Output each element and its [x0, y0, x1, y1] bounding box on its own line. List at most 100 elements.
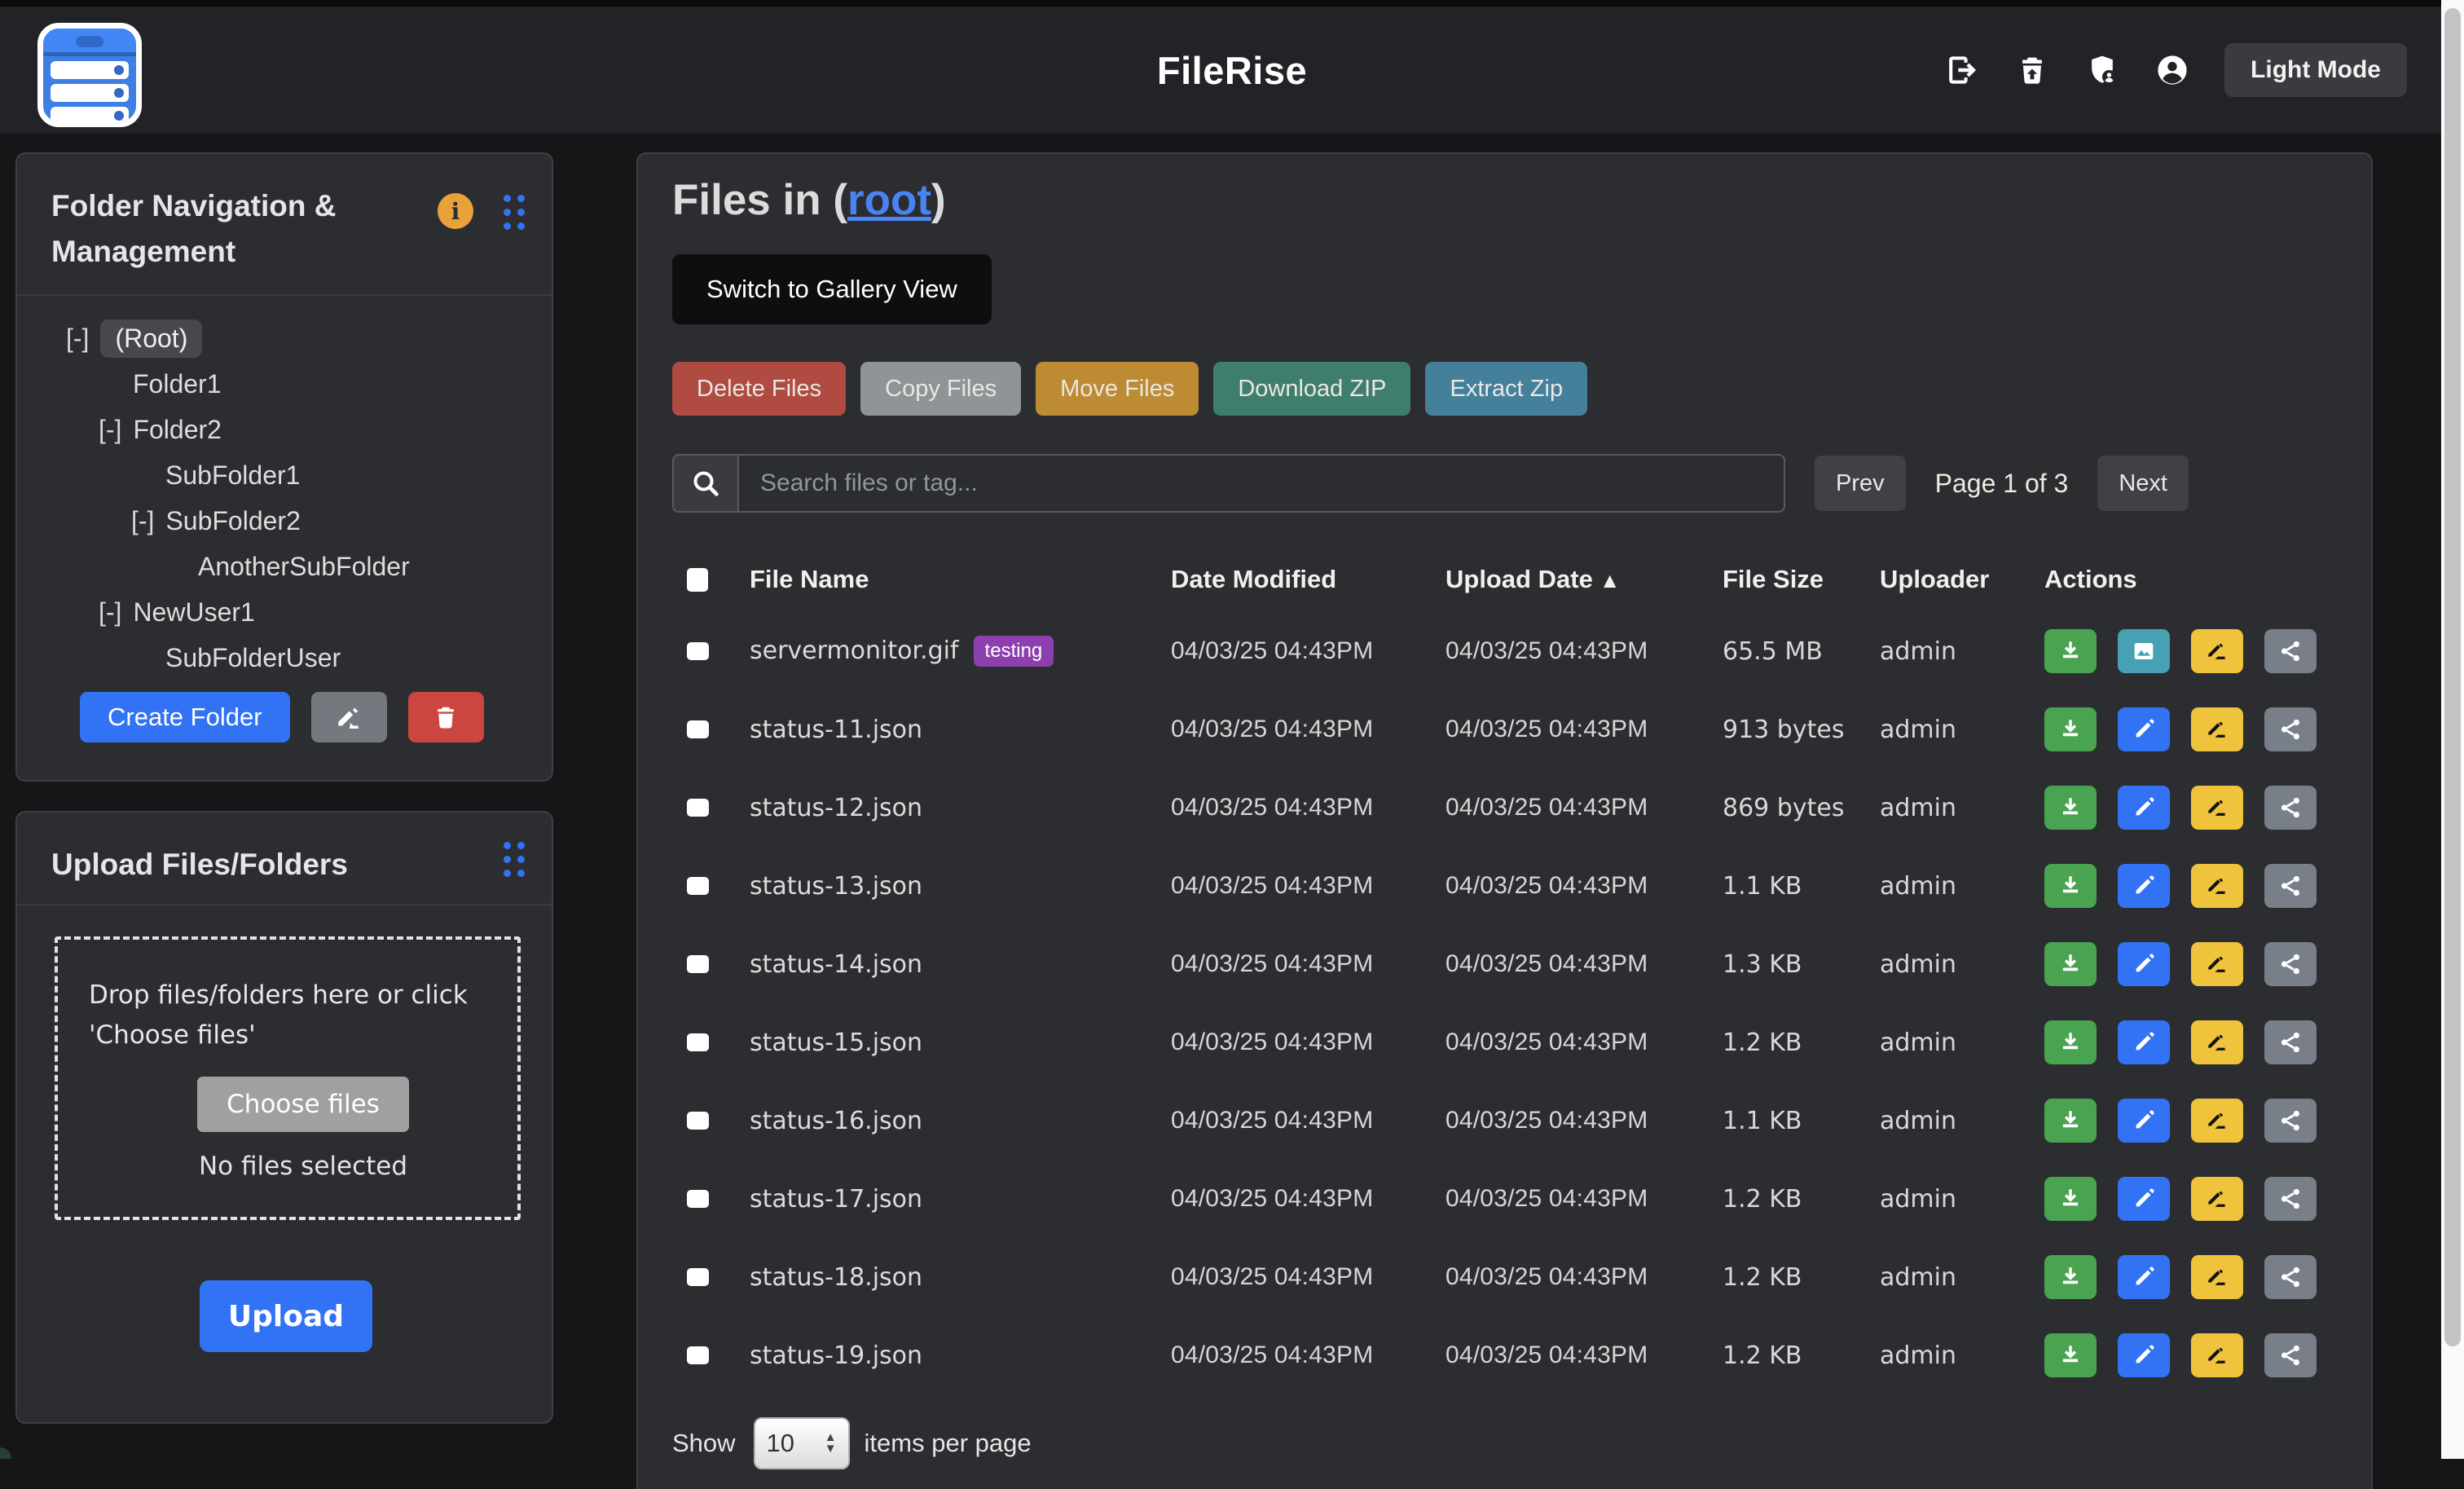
share-file-button[interactable]: [2264, 707, 2317, 751]
edit-file-button[interactable]: [2118, 942, 2170, 986]
row-checkbox[interactable]: [687, 1033, 709, 1051]
row-checkbox[interactable]: [687, 1190, 709, 1208]
drag-handle-icon[interactable]: [504, 195, 526, 231]
rename-file-button[interactable]: [2191, 1255, 2243, 1299]
date-modified: 04/03/25 04:43PM: [1171, 950, 1445, 978]
rename-file-button[interactable]: [2191, 1333, 2243, 1377]
rename-file-button[interactable]: [2191, 786, 2243, 830]
download-file-button[interactable]: [2044, 1177, 2097, 1221]
share-file-button[interactable]: [2264, 786, 2317, 830]
download-file-button[interactable]: [2044, 1255, 2097, 1299]
preview-image-button[interactable]: [2118, 629, 2170, 673]
prev-page-button[interactable]: Prev: [1815, 456, 1906, 511]
drag-handle-icon[interactable]: [504, 842, 526, 878]
download-zip-button[interactable]: Download ZIP: [1213, 362, 1410, 416]
rename-folder-button[interactable]: [311, 692, 387, 742]
folder-tree-item-anothersubfolder[interactable]: AnotherSubFolder: [17, 544, 552, 589]
edit-file-button[interactable]: [2118, 707, 2170, 751]
rename-file-button[interactable]: [2191, 864, 2243, 908]
uploader: admin: [1880, 872, 2044, 901]
share-file-button[interactable]: [2264, 1020, 2317, 1064]
rename-file-button[interactable]: [2191, 1020, 2243, 1064]
row-checkbox[interactable]: [687, 642, 709, 660]
light-mode-button[interactable]: Light Mode: [2224, 43, 2407, 97]
download-file-button[interactable]: [2044, 1333, 2097, 1377]
folder-tree-item-folder1[interactable]: Folder1: [17, 361, 552, 407]
column-header-uploader[interactable]: Uploader: [1880, 565, 2044, 594]
edit-file-button[interactable]: [2118, 1099, 2170, 1143]
folder-navigation-panel: Folder Navigation & Management i [-](Roo…: [15, 152, 553, 782]
column-header-file-size[interactable]: File Size: [1723, 565, 1880, 594]
download-file-button[interactable]: [2044, 1020, 2097, 1064]
choose-files-button[interactable]: Choose files: [197, 1077, 409, 1132]
download-file-button[interactable]: [2044, 1099, 2097, 1143]
row-checkbox[interactable]: [687, 1346, 709, 1364]
folder-tree-item-subfolderuser[interactable]: SubFolderUser: [17, 635, 552, 681]
edit-file-button[interactable]: [2118, 786, 2170, 830]
upload-date: 04/03/25 04:43PM: [1445, 1263, 1723, 1291]
next-page-button[interactable]: Next: [2097, 456, 2189, 511]
collapse-toggle[interactable]: [-]: [131, 506, 154, 536]
info-icon[interactable]: i: [438, 193, 473, 229]
rename-file-button[interactable]: [2191, 707, 2243, 751]
move-files-button[interactable]: Move Files: [1036, 362, 1199, 416]
column-header-date-modified[interactable]: Date Modified: [1171, 565, 1445, 594]
account-icon[interactable]: [2154, 52, 2190, 88]
folder-tree-item-folder2[interactable]: [-]Folder2: [17, 407, 552, 452]
share-file-button[interactable]: [2264, 1333, 2317, 1377]
edit-file-button[interactable]: [2118, 1020, 2170, 1064]
create-folder-button[interactable]: Create Folder: [80, 692, 290, 742]
row-checkbox[interactable]: [687, 1112, 709, 1130]
download-file-button[interactable]: [2044, 942, 2097, 986]
rename-file-button[interactable]: [2191, 629, 2243, 673]
edit-file-button[interactable]: [2118, 1333, 2170, 1377]
download-file-button[interactable]: [2044, 707, 2097, 751]
collapse-toggle[interactable]: [-]: [99, 415, 121, 445]
row-checkbox[interactable]: [687, 720, 709, 738]
rename-file-button[interactable]: [2191, 942, 2243, 986]
select-all-checkbox[interactable]: [687, 568, 708, 592]
share-file-button[interactable]: [2264, 942, 2317, 986]
file-name: status-12.json: [750, 794, 922, 822]
folder-tree-item-subfolder2[interactable]: [-]SubFolder2: [17, 498, 552, 544]
download-file-button[interactable]: [2044, 864, 2097, 908]
folder-tree-item-newuser1[interactable]: [-]NewUser1: [17, 589, 552, 635]
column-header-upload-date[interactable]: Upload Date▲: [1445, 565, 1723, 594]
share-file-button[interactable]: [2264, 1099, 2317, 1143]
download-file-button[interactable]: [2044, 629, 2097, 673]
folder-tree-item-subfolder1[interactable]: SubFolder1: [17, 452, 552, 498]
share-file-button[interactable]: [2264, 864, 2317, 908]
logout-icon[interactable]: [1944, 52, 1980, 88]
copy-files-button[interactable]: Copy Files: [860, 362, 1021, 416]
delete-files-button[interactable]: Delete Files: [672, 362, 846, 416]
switch-gallery-view-button[interactable]: Switch to Gallery View: [672, 254, 992, 324]
row-checkbox[interactable]: [687, 955, 709, 973]
rename-file-button[interactable]: [2191, 1177, 2243, 1221]
row-checkbox[interactable]: [687, 877, 709, 895]
collapse-toggle[interactable]: [-]: [66, 324, 89, 354]
edit-file-button[interactable]: [2118, 864, 2170, 908]
share-file-button[interactable]: [2264, 1255, 2317, 1299]
edit-file-button[interactable]: [2118, 1255, 2170, 1299]
upload-dropzone[interactable]: Drop files/folders here or click 'Choose…: [55, 936, 521, 1220]
column-header-file-name[interactable]: File Name: [750, 565, 1171, 594]
row-checkbox[interactable]: [687, 799, 709, 817]
root-folder-link[interactable]: root: [847, 176, 931, 224]
rename-file-button[interactable]: [2191, 1099, 2243, 1143]
folder-tree: [-](Root)Folder1[-]Folder2SubFolder1[-]S…: [17, 296, 552, 681]
download-file-button[interactable]: [2044, 786, 2097, 830]
trash-restore-icon[interactable]: [2014, 52, 2050, 88]
share-file-button[interactable]: [2264, 629, 2317, 673]
scrollbar-thumb[interactable]: [2444, 8, 2461, 1346]
folder-tree-item-root[interactable]: [-](Root): [17, 315, 552, 361]
collapse-toggle[interactable]: [-]: [99, 597, 121, 628]
delete-folder-button[interactable]: [408, 692, 484, 742]
edit-file-button[interactable]: [2118, 1177, 2170, 1221]
per-page-select[interactable]: 10 ▲▼: [754, 1417, 850, 1469]
extract-zip-button[interactable]: Extract Zip: [1425, 362, 1587, 416]
upload-button[interactable]: Upload: [200, 1280, 372, 1352]
row-checkbox[interactable]: [687, 1268, 709, 1286]
search-input[interactable]: [737, 454, 1785, 513]
share-file-button[interactable]: [2264, 1177, 2317, 1221]
admin-shield-icon[interactable]: [2084, 52, 2120, 88]
